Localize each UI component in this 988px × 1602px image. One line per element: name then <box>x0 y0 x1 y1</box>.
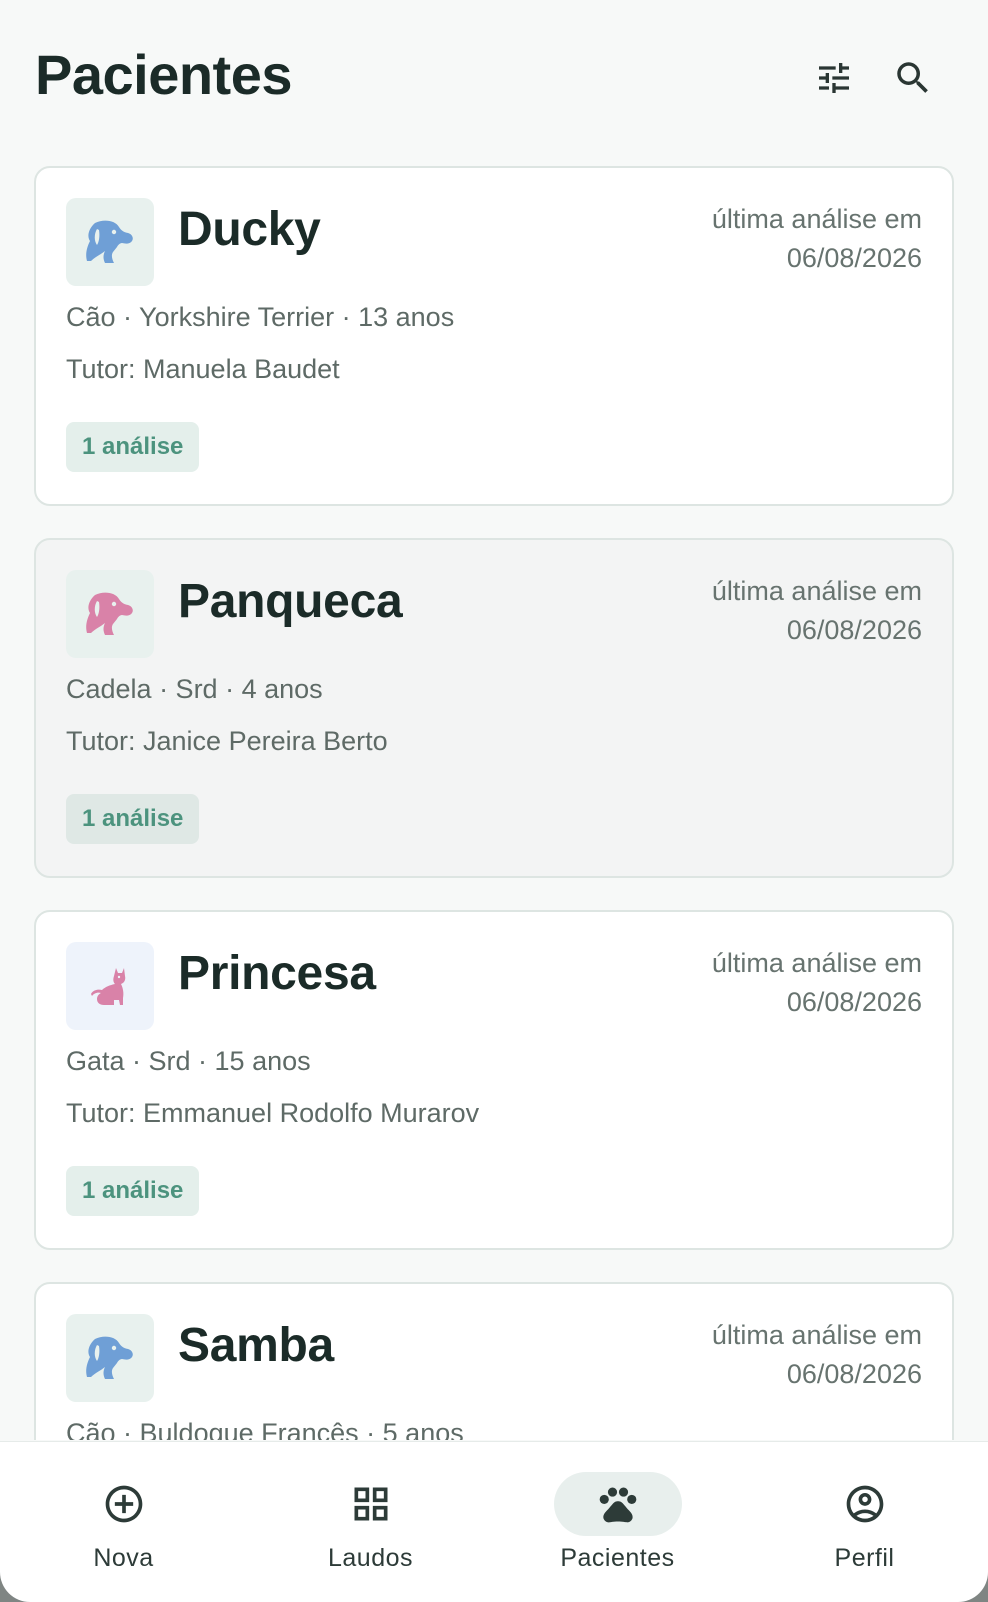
patient-details: Cadela · Srd · 4 anos <box>66 674 323 704</box>
account-circle-icon <box>801 1472 929 1536</box>
tune-icon[interactable] <box>810 54 858 102</box>
patient-name: Samba <box>178 1319 334 1372</box>
nav-label: Pacientes <box>560 1544 675 1572</box>
patient-tutor: Tutor: Emmanuel Rodolfo Murarov <box>66 1098 480 1128</box>
paw-icon <box>553 1472 682 1536</box>
last-analysis-label: última análise em <box>711 1320 922 1350</box>
patient-list: Ducky última análise em 06/08/2026 Cão ·… <box>34 166 954 1440</box>
cat-icon <box>66 942 154 1030</box>
nav-item-laudos[interactable]: Laudos <box>247 1442 494 1602</box>
patient-card[interactable]: Ducky última análise em 06/08/2026 Cão ·… <box>34 166 954 506</box>
last-analysis-date: 06/08/2026 <box>786 987 922 1017</box>
patient-card[interactable]: Samba última análise em 06/08/2026 Cão ·… <box>34 1282 954 1440</box>
nav-item-pacientes[interactable]: Pacientes <box>494 1442 741 1602</box>
patient-tutor: Tutor: Manuela Baudet <box>66 354 340 384</box>
add-circle-icon <box>60 1472 188 1536</box>
screen-corner <box>928 1542 988 1602</box>
last-analysis-label: última análise em <box>711 576 922 606</box>
screen-corner <box>0 1542 60 1602</box>
grid-icon <box>307 1472 435 1536</box>
patient-card[interactable]: Princesa última análise em 06/08/2026 Ga… <box>34 910 954 1250</box>
top-app-bar: Pacientes <box>0 0 988 150</box>
patient-name: Princesa <box>178 947 376 1000</box>
analysis-count-badge: 1 análise <box>66 422 200 472</box>
last-analysis-date: 06/08/2026 <box>786 1359 922 1389</box>
patient-name: Panqueca <box>178 575 403 628</box>
patients-screen: Pacientes Ducky última análise em 06/08/… <box>0 0 988 1602</box>
patient-name: Ducky <box>178 203 321 256</box>
patient-details: Gata · Srd · 15 anos <box>66 1046 311 1076</box>
dog-icon <box>66 570 154 658</box>
analysis-count-badge: 1 análise <box>66 794 200 844</box>
bottom-navigation: Nova Laudos Pacientes Perfil <box>0 1442 988 1602</box>
dog-icon <box>66 198 154 286</box>
analysis-count-badge: 1 análise <box>66 1166 200 1216</box>
dog-icon <box>66 1314 154 1402</box>
last-analysis-date: 06/08/2026 <box>786 243 922 273</box>
last-analysis-date: 06/08/2026 <box>786 615 922 645</box>
patient-tutor: Tutor: Janice Pereira Berto <box>66 726 388 756</box>
patient-card[interactable]: Panqueca última análise em 06/08/2026 Ca… <box>34 538 954 878</box>
last-analysis-label: última análise em <box>711 948 922 978</box>
nav-label: Laudos <box>327 1544 414 1572</box>
patient-details: Cão · Buldogue Francês · 5 anos <box>66 1418 464 1440</box>
last-analysis-label: última análise em <box>711 204 922 234</box>
patient-details: Cão · Yorkshire Terrier · 13 anos <box>66 302 455 332</box>
page-title: Pacientes <box>35 43 293 106</box>
search-icon[interactable] <box>889 54 937 102</box>
